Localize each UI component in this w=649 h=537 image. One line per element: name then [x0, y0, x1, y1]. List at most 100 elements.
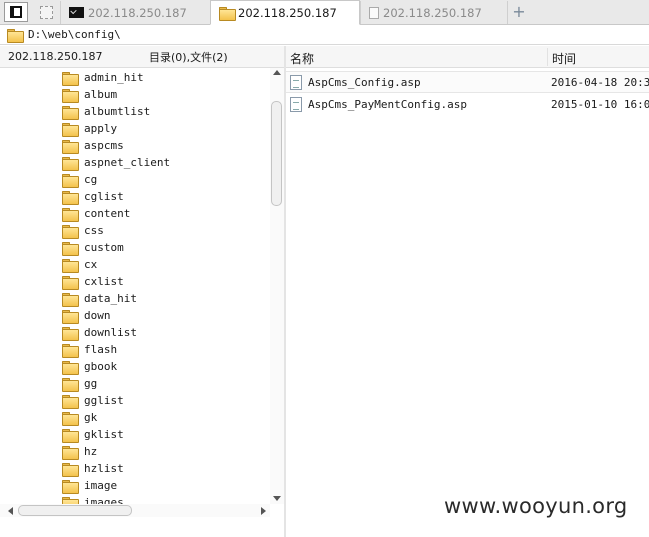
- tree-item-down[interactable]: down: [62, 307, 111, 324]
- tree-item-hzlist[interactable]: hzlist: [62, 460, 124, 477]
- column-divider[interactable]: [547, 48, 548, 66]
- column-header-time[interactable]: 时间: [552, 50, 576, 67]
- folder-icon: [62, 241, 79, 256]
- tree-item-aspcms[interactable]: aspcms: [62, 137, 124, 154]
- scroll-thumb[interactable]: [18, 505, 132, 516]
- file-name: AspCms_PayMentConfig.asp: [308, 97, 467, 111]
- folder-icon: [62, 156, 79, 171]
- folder-icon: [62, 71, 79, 86]
- tree-item-cx[interactable]: cx: [62, 256, 97, 273]
- tree-item-downlist[interactable]: downlist: [62, 324, 137, 341]
- tree-item-cglist[interactable]: cglist: [62, 188, 124, 205]
- tree-item-label: apply: [84, 122, 118, 135]
- tree-item-label: cglist: [84, 190, 124, 203]
- directory-tree[interactable]: admin_hitalbum albumtlist apply aspcms aspne…: [0, 68, 270, 504]
- folder-icon: [62, 445, 79, 460]
- tab-label: 202.118.250.187: [238, 5, 337, 20]
- tree-vertical-scrollbar[interactable]: [270, 68, 284, 504]
- tree-item-label: cg: [84, 173, 98, 186]
- tree-item-gklist[interactable]: gklist: [62, 426, 124, 443]
- tree-item-hz[interactable]: hz: [62, 443, 97, 460]
- tree-item-label: albumtlist: [84, 105, 151, 118]
- tree-item-css[interactable]: css: [62, 222, 104, 239]
- tab-file-manager[interactable]: 202.118.250.187: [210, 0, 360, 25]
- tree-item-gbook[interactable]: gbook: [62, 358, 117, 375]
- scroll-left-arrow-icon[interactable]: [8, 507, 13, 515]
- tab-label: 202.118.250.187: [383, 5, 482, 20]
- tree-item-content[interactable]: content: [62, 205, 130, 222]
- current-path[interactable]: D:\web\config\: [28, 28, 121, 41]
- host-label: 202.118.250.187: [8, 50, 103, 63]
- watermark: www.wooyun.org: [444, 494, 628, 518]
- tab-document[interactable]: 202.118.250.187: [360, 1, 508, 24]
- window-toggle-button[interactable]: [4, 2, 28, 22]
- folder-icon: [62, 173, 79, 188]
- tab-bar: 202.118.250.187 202.118.250.187 202.118.…: [0, 0, 649, 25]
- folder-icon: [62, 224, 79, 239]
- tree-item-album[interactable]: album: [62, 86, 117, 103]
- tree-item-flash[interactable]: flash: [62, 341, 117, 358]
- folder-icon: [62, 258, 79, 273]
- tree-item-label: flash: [84, 343, 118, 356]
- file-row[interactable]: AspCms_Config.asp 2016-04-18 20:34: [286, 71, 649, 93]
- folder-icon: [62, 190, 79, 205]
- tree-item-gk[interactable]: gk: [62, 409, 97, 426]
- tree-horizontal-scrollbar[interactable]: [0, 504, 270, 517]
- tree-item-label: gk: [84, 411, 98, 424]
- tree-item-label: content: [84, 207, 131, 220]
- add-tab-button[interactable]: +: [512, 3, 526, 21]
- folder-icon: [62, 411, 79, 426]
- folder-icon: [219, 6, 236, 21]
- tree-item-gg[interactable]: gg: [62, 375, 97, 392]
- folder-icon: [62, 139, 79, 154]
- tree-item-label: admin_hit: [84, 71, 144, 84]
- tree-item-apply[interactable]: apply: [62, 120, 117, 137]
- file-list-header: 名称 时间: [286, 46, 649, 68]
- folder-icon: [62, 207, 79, 222]
- folder-icon: [62, 462, 79, 477]
- tree-item-albumtlist[interactable]: albumtlist: [62, 103, 150, 120]
- folder-icon: [62, 88, 79, 103]
- folder-icon: [62, 122, 79, 137]
- tree-item-cg[interactable]: cg: [62, 171, 97, 188]
- tree-item-cxlist[interactable]: cxlist: [62, 273, 124, 290]
- folder-icon: [62, 428, 79, 443]
- column-header-name[interactable]: 名称: [290, 50, 314, 67]
- folder-icon: [62, 343, 79, 358]
- tree-item-image[interactable]: image: [62, 477, 117, 494]
- tree-item-images[interactable]: images: [62, 494, 124, 504]
- tree-item-admin-hit[interactable]: admin_hit: [62, 69, 144, 86]
- tree-item-gglist[interactable]: gglist: [62, 392, 124, 409]
- tree-item-label: cx: [84, 258, 98, 271]
- tree-item-label: album: [84, 88, 118, 101]
- asp-file-icon: [290, 96, 302, 112]
- scroll-thumb[interactable]: [271, 101, 282, 206]
- file-time: 2016-04-18 20:34: [551, 75, 649, 89]
- file-row[interactable]: AspCms_PayMentConfig.asp 2015-01-10 16:05: [286, 93, 649, 115]
- item-count-label: 目录(0),文件(2): [149, 50, 228, 64]
- tree-item-custom[interactable]: custom: [62, 239, 124, 256]
- terminal-icon: [69, 7, 84, 18]
- folder-icon: [62, 496, 79, 504]
- tree-item-label: cxlist: [84, 275, 124, 288]
- file-list: AspCms_Config.asp 2016-04-18 20:34 AspCms_…: [286, 69, 649, 537]
- directory-tree-header: 202.118.250.187 目录(0),文件(2): [0, 46, 284, 68]
- tab-terminal[interactable]: 202.118.250.187: [60, 1, 210, 24]
- folder-icon: [62, 377, 79, 392]
- tree-item-aspnet-client[interactable]: aspnet_client: [62, 154, 170, 171]
- selection-button[interactable]: [34, 2, 58, 22]
- selection-icon: [39, 5, 53, 19]
- folder-icon: [62, 394, 79, 409]
- folder-icon: [62, 292, 79, 307]
- tree-item-label: hzlist: [84, 462, 124, 475]
- tree-item-label: gg: [84, 377, 98, 390]
- tree-item-data-hit[interactable]: data_hit: [62, 290, 137, 307]
- folder-icon: [62, 105, 79, 120]
- scroll-down-arrow-icon[interactable]: [273, 496, 281, 501]
- scroll-right-arrow-icon[interactable]: [261, 507, 266, 515]
- scroll-up-arrow-icon[interactable]: [273, 70, 281, 75]
- tree-item-label: aspcms: [84, 139, 124, 152]
- asp-file-icon: [290, 74, 302, 90]
- path-bar[interactable]: D:\web\config\: [0, 25, 649, 45]
- tab-label: 202.118.250.187: [88, 5, 187, 20]
